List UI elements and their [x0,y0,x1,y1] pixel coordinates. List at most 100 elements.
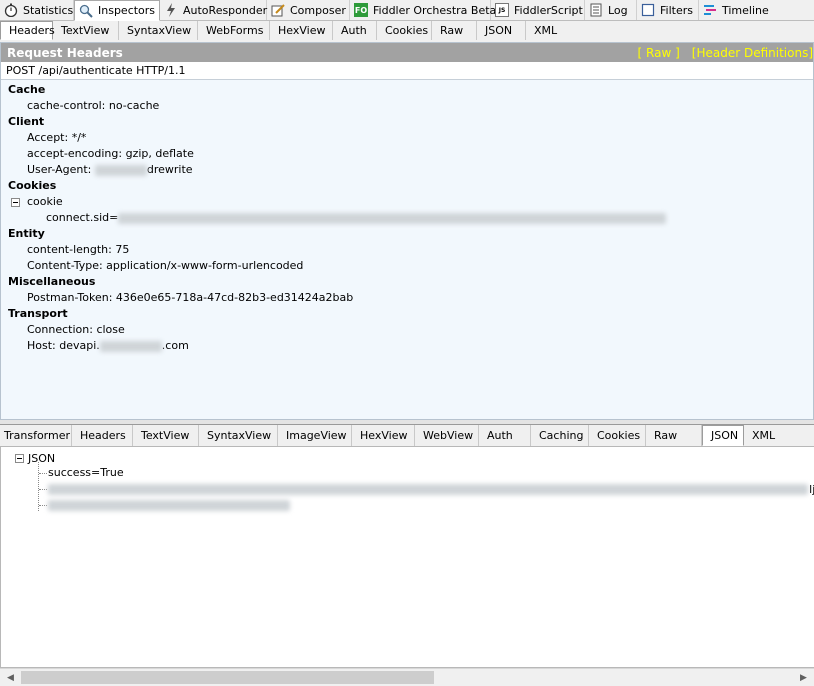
checkbox-icon [641,3,655,17]
resp-tab-headers[interactable]: Headers [72,425,133,446]
collapse-icon[interactable] [15,453,24,463]
tab-label: AutoResponder [183,3,268,17]
header-group-entity[interactable]: Entity [1,226,813,242]
header-user-agent[interactable]: User-Agent: drewrite [1,162,813,178]
tab-label: Composer [290,3,346,17]
fiddler-main-tabs: Statistics Inspectors AutoResponder Comp… [0,0,814,21]
json-root-label: JSON [28,451,56,465]
req-tab-auth[interactable]: Auth [333,21,377,40]
resp-tab-hexview[interactable]: HexView [352,425,415,446]
tab-statistics[interactable]: Statistics [0,0,74,20]
header-connect-sid[interactable]: connect.sid= [1,210,813,226]
resp-tab-webview[interactable]: WebView [415,425,479,446]
redacted-text [48,499,290,511]
tab-autoresponder[interactable]: AutoResponder [160,0,267,20]
req-tab-cookies[interactable]: Cookies [377,21,432,40]
host-suffix: .com [161,339,189,352]
header-connection[interactable]: Connection: close [1,322,813,338]
tree-line [39,489,47,490]
resp-tab-raw[interactable]: Raw [646,425,702,446]
json-node-success[interactable]: success=True [48,466,124,480]
host-label: Host: devapi. [27,339,100,352]
req-tab-xml[interactable]: XML [526,21,568,40]
resp-tab-xml[interactable]: XML [744,425,789,446]
header-group-client[interactable]: Client [1,114,813,130]
tab-composer[interactable]: Composer [267,0,350,20]
script-icon: JS [495,3,509,17]
tab-timeline[interactable]: Timeline [699,0,770,20]
tab-inspectors[interactable]: Inspectors [74,0,160,21]
header-host[interactable]: Host: devapi. .com [1,338,813,354]
resp-tab-textview[interactable]: TextView [133,425,199,446]
req-tab-raw[interactable]: Raw [432,21,477,40]
magnifier-icon [79,4,93,18]
scroll-right-icon[interactable]: ▶ [795,669,812,686]
tab-label: Log [608,3,628,17]
collapse-icon[interactable] [11,197,20,207]
req-tab-webforms[interactable]: WebForms [198,21,270,40]
request-headers-panel: Request Headers [ Raw ] [Header Definiti… [0,42,814,420]
request-inspector-tabs: Headers TextView SyntaxView WebForms Hex… [0,21,814,40]
header-definitions-link[interactable]: [Header Definitions] [692,46,813,60]
header-cache-control[interactable]: cache-control: no-cache [1,98,813,114]
req-tab-syntaxview[interactable]: SyntaxView [119,21,198,40]
resp-tab-json[interactable]: JSON [702,425,744,446]
req-tab-headers[interactable]: Headers [0,21,55,40]
response-json-tree: JSON success=True Ij [0,446,814,668]
tab-fiddler-orchestra[interactable]: FO Fiddler Orchestra Beta [350,0,496,20]
redacted-text [94,164,147,176]
request-headers-title-bar: Request Headers [ Raw ] [Header Definiti… [1,43,813,62]
redacted-text [118,212,667,224]
lightning-icon [164,3,178,17]
header-tree: Cache cache-control: no-cache Client Acc… [1,80,813,354]
json-root-node[interactable]: JSON [15,451,55,465]
tree-line [38,462,39,511]
resp-tab-caching[interactable]: Caching [531,425,589,446]
horizontal-scrollbar[interactable]: ◀ ▶ [0,668,814,686]
tab-label: FiddlerScript [514,3,583,17]
tab-log[interactable]: Log [585,0,637,20]
tab-fiddlerscript[interactable]: JS FiddlerScript [491,0,585,20]
header-content-length[interactable]: content-length: 75 [1,242,813,258]
connect-sid-label: connect.sid= [46,211,119,224]
tab-label: Statistics [23,3,74,17]
req-tab-hexview[interactable]: HexView [270,21,333,40]
resp-tab-auth[interactable]: Auth [479,425,531,446]
header-accept-encoding[interactable]: accept-encoding: gzip, deflate [1,146,813,162]
json-node-redacted[interactable] [48,498,290,512]
request-line: POST /api/authenticate HTTP/1.1 [1,62,813,80]
resp-tab-imageview[interactable]: ImageView [278,425,352,446]
req-tab-json[interactable]: JSON [477,21,526,40]
header-accept[interactable]: Accept: */* [1,130,813,146]
stopwatch-icon [4,3,18,17]
tab-label: Filters [660,3,693,17]
tab-filters[interactable]: Filters [637,0,699,20]
resp-tab-transformer[interactable]: Transformer [0,425,72,446]
header-cookie[interactable]: cookie [1,194,813,210]
redacted-text [48,483,808,495]
header-group-transport[interactable]: Transport [1,306,813,322]
user-agent-suffix: drewrite [146,163,193,176]
tab-label: Timeline [722,3,769,17]
header-group-cookies[interactable]: Cookies [1,178,813,194]
header-postman-token[interactable]: Postman-Token: 436e0e65-718a-47cd-82b3-e… [1,290,813,306]
user-agent-label: User-Agent: [27,163,95,176]
log-icon [589,3,603,17]
redacted-text [99,340,162,352]
header-content-type[interactable]: Content-Type: application/x-www-form-url… [1,258,813,274]
resp-tab-syntaxview[interactable]: SyntaxView [199,425,278,446]
scroll-left-icon[interactable]: ◀ [2,669,19,686]
timeline-icon [703,3,717,17]
title-links: [ Raw ] [Header Definitions] [626,43,813,62]
json-node-redacted[interactable]: Ij [48,482,814,496]
scrollbar-thumb[interactable] [21,671,434,684]
tab-label: Inspectors [98,4,156,17]
pencil-icon [271,3,285,17]
response-inspector-tabs: Transformer Headers TextView SyntaxView … [0,424,814,446]
header-group-miscellaneous[interactable]: Miscellaneous [1,274,813,290]
req-tab-textview[interactable]: TextView [53,21,119,40]
resp-tab-cookies[interactable]: Cookies [589,425,646,446]
header-group-cache[interactable]: Cache [1,82,813,98]
raw-link[interactable]: [ Raw ] [638,46,680,60]
request-headers-title: Request Headers [7,45,123,60]
